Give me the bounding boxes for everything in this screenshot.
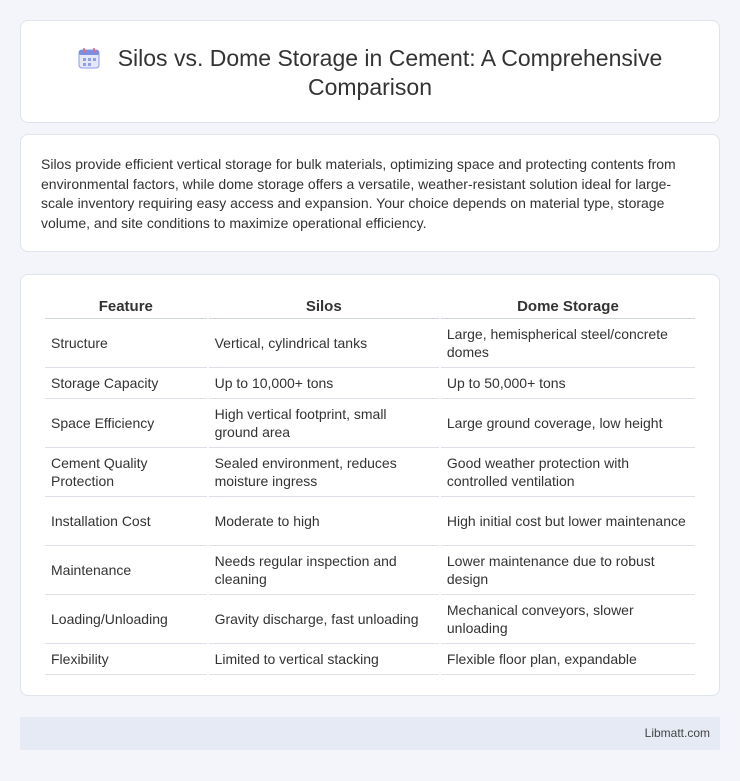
title-card: Silos vs. Dome Storage in Cement: A Comp… (20, 20, 720, 123)
feature-cell: Maintenance (45, 546, 207, 595)
silos-cell: Moderate to high (208, 497, 439, 546)
dome-cell: Large ground coverage, low height (440, 399, 695, 448)
table-row: Cement Quality Protection Sealed environ… (45, 448, 695, 497)
dome-cell: Good weather protection with controlled … (440, 448, 695, 497)
dome-cell: Large, hemispherical steel/concrete dome… (440, 319, 695, 368)
intro-paragraph: Silos provide efficient vertical storage… (41, 156, 676, 231)
table-row: Storage Capacity Up to 10,000+ tons Up t… (45, 368, 695, 399)
feature-cell: Loading/Unloading (45, 595, 207, 644)
header-dome-storage: Dome Storage (440, 297, 695, 319)
silos-cell: Sealed environment, reduces moisture ing… (208, 448, 439, 497)
feature-cell: Space Efficiency (45, 399, 207, 448)
footer-bar: Libmatt.com (20, 717, 720, 750)
table-header-row: Feature Silos Dome Storage (45, 297, 695, 319)
page-title: Silos vs. Dome Storage in Cement: A Comp… (117, 45, 663, 100)
dome-cell: Mechanical conveyors, slower unloading (440, 595, 695, 644)
comparison-card: Feature Silos Dome Storage Structure Ver… (20, 274, 720, 696)
table-row: Structure Vertical, cylindrical tanks La… (45, 319, 695, 368)
header-silos: Silos (208, 297, 439, 319)
silos-cell: High vertical footprint, small ground ar… (208, 399, 439, 448)
footer-site-link[interactable]: Libmatt.com (645, 726, 710, 740)
feature-cell: Flexibility (45, 644, 207, 675)
dome-cell: Up to 50,000+ tons (440, 368, 695, 399)
dome-cell: Lower maintenance due to robust design (440, 546, 695, 595)
table-row: Flexibility Limited to vertical stacking… (45, 644, 695, 675)
page-title-wrap: Silos vs. Dome Storage in Cement: A Comp… (21, 44, 719, 102)
table-row: Installation Cost Moderate to high High … (45, 497, 695, 546)
comparison-table: Feature Silos Dome Storage Structure Ver… (43, 297, 697, 675)
table-row: Space Efficiency High vertical footprint… (45, 399, 695, 448)
silos-cell: Limited to vertical stacking (208, 644, 439, 675)
table-row: Loading/Unloading Gravity discharge, fas… (45, 595, 695, 644)
silos-cell: Vertical, cylindrical tanks (208, 319, 439, 368)
dome-cell: High initial cost but lower maintenance (440, 497, 695, 546)
header-feature: Feature (45, 297, 207, 319)
intro-card: Silos provide efficient vertical storage… (20, 134, 720, 252)
calendar-icon (78, 48, 100, 69)
feature-cell: Structure (45, 319, 207, 368)
silos-cell: Gravity discharge, fast unloading (208, 595, 439, 644)
silos-cell: Up to 10,000+ tons (208, 368, 439, 399)
table-row: Maintenance Needs regular inspection and… (45, 546, 695, 595)
feature-cell: Storage Capacity (45, 368, 207, 399)
feature-cell: Cement Quality Protection (45, 448, 207, 497)
silos-cell: Needs regular inspection and cleaning (208, 546, 439, 595)
feature-cell: Installation Cost (45, 497, 207, 546)
dome-cell: Flexible floor plan, expandable (440, 644, 695, 675)
